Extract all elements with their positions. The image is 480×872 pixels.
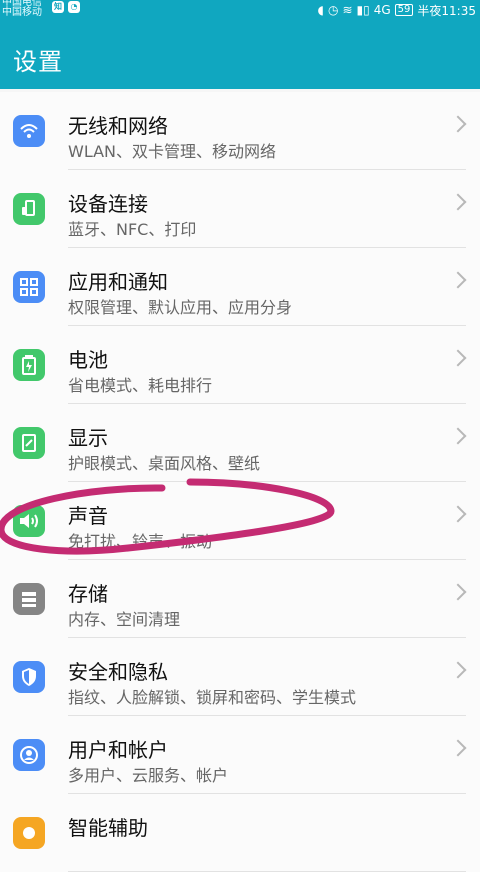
system-status: ◖ ◷ ≋ ▮▯ 4G 59 半夜11:35 bbox=[318, 1, 476, 19]
chevron-right-icon bbox=[449, 661, 467, 679]
carrier-bottom: 中国移动 bbox=[2, 7, 42, 18]
settings-item-title: 声音 bbox=[68, 504, 108, 528]
status-icons: 知 ◔ bbox=[52, 1, 80, 13]
settings-item-battery[interactable]: 电池 省电模式、耗电排行 bbox=[0, 326, 480, 404]
settings-item-security-privacy[interactable]: 安全和隐私 指纹、人脸解锁、锁屏和密码、学生模式 bbox=[0, 638, 480, 716]
status-bar: 中国电信 中国移动 知 ◔ ◖ ◷ ≋ ▮▯ 4G 59 半夜11:35 bbox=[0, 0, 480, 20]
wifi-icon bbox=[13, 115, 45, 147]
chevron-right-icon bbox=[449, 739, 467, 757]
settings-item-subtitle: 权限管理、默认应用、应用分身 bbox=[68, 298, 293, 317]
settings-item-sound[interactable]: 声音 免打扰、铃声、振动 bbox=[0, 482, 480, 560]
battery-icon bbox=[13, 349, 45, 381]
settings-item-subtitle: 护眼模式、桌面风格、壁纸 bbox=[68, 454, 261, 473]
settings-list: 无线和网络 WLAN、双卡管理、移动网络 设备连接 蓝牙、NFC、打印 应用和通… bbox=[0, 92, 480, 872]
wifi-status-icon: ≋ bbox=[342, 3, 353, 17]
time: 半夜11:35 bbox=[417, 3, 476, 18]
smart-assist-icon bbox=[13, 817, 45, 849]
settings-item-subtitle: WLAN、双卡管理、移动网络 bbox=[68, 142, 277, 161]
settings-item-subtitle: 省电模式、耗电排行 bbox=[68, 376, 213, 395]
display-icon bbox=[13, 427, 45, 459]
settings-item-subtitle: 多用户、云服务、帐户 bbox=[68, 766, 229, 785]
settings-item-title: 显示 bbox=[68, 426, 108, 450]
zhihu-icon: 知 bbox=[52, 1, 64, 13]
storage-icon bbox=[13, 583, 45, 615]
settings-item-users-accounts[interactable]: 用户和帐户 多用户、云服务、帐户 bbox=[0, 716, 480, 794]
settings-item-device-connection[interactable]: 设备连接 蓝牙、NFC、打印 bbox=[0, 170, 480, 248]
app-header: 设置 bbox=[0, 20, 480, 89]
apps-grid-icon bbox=[13, 271, 45, 303]
sound-icon bbox=[13, 505, 45, 537]
settings-item-title: 存储 bbox=[68, 582, 108, 606]
page-title: 设置 bbox=[13, 48, 63, 76]
chevron-right-icon bbox=[449, 193, 467, 211]
settings-item-title: 无线和网络 bbox=[68, 114, 168, 138]
headset-icon: ◖ bbox=[317, 3, 324, 17]
shield-icon bbox=[13, 661, 45, 693]
settings-item-title: 安全和隐私 bbox=[68, 660, 168, 684]
chevron-right-icon bbox=[449, 505, 467, 523]
device-connection-icon bbox=[13, 193, 45, 225]
settings-item-subtitle: 免打扰、铃声、振动 bbox=[68, 532, 213, 551]
settings-item-subtitle: 内存、空间清理 bbox=[68, 610, 181, 629]
settings-item-title: 智能辅助 bbox=[68, 816, 148, 840]
settings-item-title: 设备连接 bbox=[68, 192, 148, 216]
settings-item-title: 电池 bbox=[68, 348, 108, 372]
chevron-right-icon bbox=[449, 271, 467, 289]
chevron-right-icon bbox=[449, 583, 467, 601]
settings-item-storage[interactable]: 存储 内存、空间清理 bbox=[0, 560, 480, 638]
user-account-icon bbox=[13, 739, 45, 771]
settings-item-title: 用户和帐户 bbox=[68, 738, 168, 762]
settings-item-display[interactable]: 显示 护眼模式、桌面风格、壁纸 bbox=[0, 404, 480, 482]
settings-item-subtitle: 蓝牙、NFC、打印 bbox=[68, 220, 197, 239]
chevron-right-icon bbox=[449, 427, 467, 445]
battery-level: 59 bbox=[394, 4, 414, 16]
alarm-icon: ◷ bbox=[327, 3, 339, 17]
signal-icon: ▮▯ bbox=[356, 3, 370, 17]
settings-item-apps-notifications[interactable]: 应用和通知 权限管理、默认应用、应用分身 bbox=[0, 248, 480, 326]
settings-item-smart-assist[interactable]: 智能辅助 bbox=[0, 794, 480, 872]
settings-item-wireless-network[interactable]: 无线和网络 WLAN、双卡管理、移动网络 bbox=[0, 92, 480, 170]
network-type: 4G bbox=[373, 3, 391, 17]
chevron-right-icon bbox=[449, 349, 467, 367]
weibo-icon: ◔ bbox=[68, 1, 80, 13]
chevron-right-icon bbox=[449, 115, 467, 133]
carrier-labels: 中国电信 中国移动 bbox=[2, 0, 42, 18]
settings-item-subtitle: 指纹、人脸解锁、锁屏和密码、学生模式 bbox=[68, 688, 357, 707]
settings-item-title: 应用和通知 bbox=[68, 270, 168, 294]
